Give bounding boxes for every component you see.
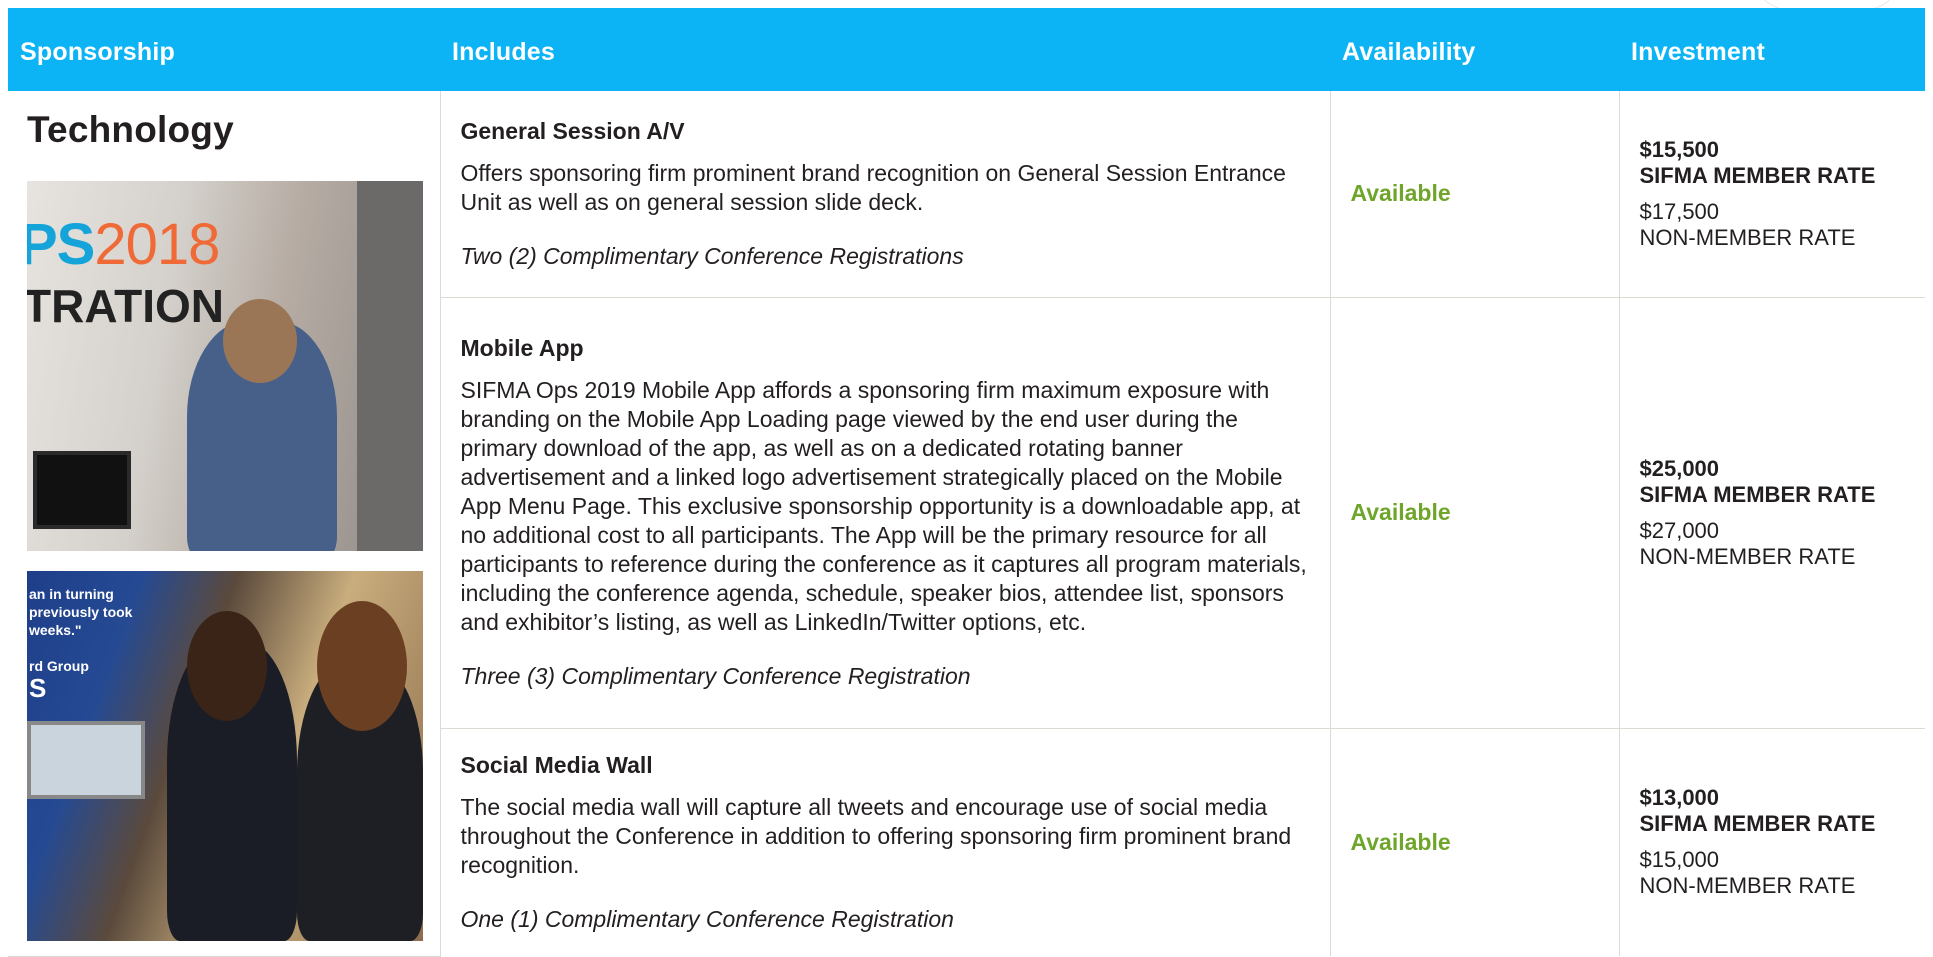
includes-cell-mobile-app: Mobile App SIFMA Ops 2019 Mobile App aff… [439,297,1330,729]
conference-registration-photo: PS2018 TRATION [27,181,423,551]
item-name: Social Media Wall [460,751,653,778]
item-registrations: One (1) Complimentary Conference Registr… [460,905,954,932]
photo-screen-big-letter: S [29,673,47,703]
table-row: Technology PS2018 TRATION an in turning … [8,91,1925,957]
availability-cell: Available [1329,91,1619,298]
photo-kiosk-screen [33,451,131,529]
category-cell: Technology PS2018 TRATION an in turning … [8,91,440,957]
member-rate-label: SIFMA MEMBER RATE [1639,811,1876,837]
header-sponsorship: Sponsorship [8,8,440,91]
investment-cell: $15,500 SIFMA MEMBER RATE $17,500 NON-ME… [1618,91,1925,298]
includes-cell-general-session: General Session A/V Offers sponsoring fi… [439,91,1330,298]
investment-cell: $25,000 SIFMA MEMBER RATE $27,000 NON-ME… [1618,297,1925,729]
photo-attendee-head [223,299,297,383]
mobile-app-demo-photo: an in turning previously took weeks." rd… [27,571,423,941]
availability-cell: Available [1329,297,1619,729]
item-registrations: Three (3) Complimentary Conference Regis… [460,663,971,689]
nonmember-rate-label: NON-MEMBER RATE [1639,224,1856,250]
photo-woman-right-hair [317,601,407,731]
item-description: Offers sponsoring firm prominent brand r… [460,159,1286,215]
member-rate-label: SIFMA MEMBER RATE [1639,481,1876,507]
includes-cell-social-media-wall: Social Media Wall The social media wall … [439,728,1330,956]
member-price: $13,000 [1639,785,1720,811]
availability-status: Available [1350,499,1451,525]
photo-laptop [27,721,145,799]
availability-status: Available [1350,180,1451,207]
photo-sign-ops: PS2018 [27,212,220,277]
header-availability: Availability [1330,8,1619,91]
header-includes: Includes [440,8,1330,91]
investment-cell: $13,000 SIFMA MEMBER RATE $15,000 NON-ME… [1618,728,1925,956]
nonmember-rate-label: NON-MEMBER RATE [1639,873,1856,899]
item-registrations: Two (2) Complimentary Conference Registr… [460,242,964,269]
sponsorship-table: Sponsorship Includes Availability Invest… [8,8,1925,957]
availability-status: Available [1350,828,1451,855]
item-description: SIFMA Ops 2019 Mobile App affords a spon… [460,377,1307,635]
header-investment: Investment [1619,8,1925,91]
item-name: General Session A/V [460,117,685,144]
photo-foreground-person [357,181,423,551]
photo-sign-registration: TRATION [27,280,225,332]
item-description: The social media wall will capture all t… [460,793,1292,878]
member-price: $15,500 [1639,136,1720,162]
member-rate-label: SIFMA MEMBER RATE [1639,162,1876,188]
nonmember-price: $15,000 [1639,847,1720,873]
member-price: $25,000 [1639,455,1720,481]
availability-cell: Available [1329,728,1619,956]
nonmember-price: $17,500 [1639,198,1720,224]
photo-screen-text: an in turning previously took weeks." rd… [29,586,133,674]
nonmember-price: $27,000 [1639,517,1720,543]
photo-woman-left-hair [187,611,267,721]
category-title: Technology [27,109,234,150]
nonmember-rate-label: NON-MEMBER RATE [1639,543,1856,569]
item-name: Mobile App [460,335,584,361]
table-header-row: Sponsorship Includes Availability Invest… [8,8,1925,91]
